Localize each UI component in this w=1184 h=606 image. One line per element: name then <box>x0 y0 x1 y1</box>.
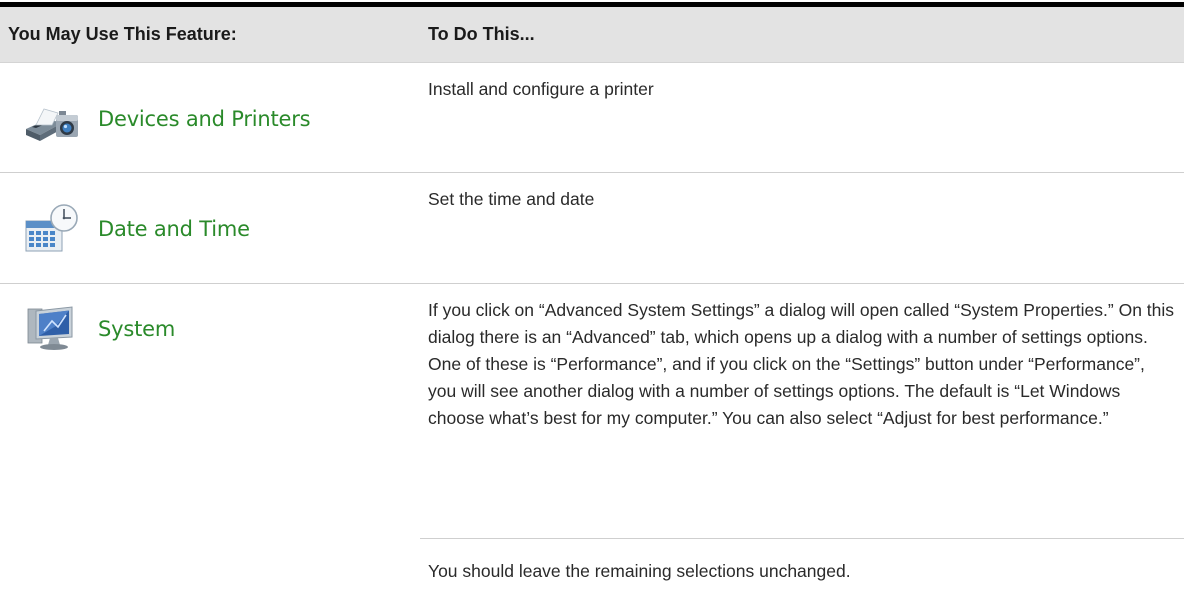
description-text: Set the time and date <box>428 189 595 209</box>
description-cell: Install and configure a printer <box>420 63 1184 172</box>
description-cell: If you click on “Advanced System Setting… <box>420 284 1184 495</box>
feature-cell: System <box>0 284 420 495</box>
table-row: Date and Time Set the time and date <box>0 173 1184 284</box>
header-feature: You May Use This Feature: <box>8 24 237 44</box>
printer-camera-icon <box>26 108 78 141</box>
feature-cell: Devices and Printers <box>0 63 420 172</box>
table-row: System If you click on “Advanced System … <box>0 284 1184 495</box>
table-row: Devices and Printers Install and configu… <box>0 63 1184 173</box>
header-action: To Do This... <box>428 24 535 44</box>
table-header: You May Use This Feature: To Do This... <box>0 7 1184 63</box>
feature-label: Devices and Printers <box>98 107 311 131</box>
computer-monitor-icon <box>27 306 73 350</box>
feature-label: System <box>98 317 176 341</box>
description-text: Install and configure a printer <box>428 79 654 99</box>
calendar-clock-icon <box>25 204 78 252</box>
feature-label: Date and Time <box>98 217 250 241</box>
note-text: You should leave the remaining selection… <box>428 561 851 581</box>
description-cell: Set the time and date <box>420 173 1184 283</box>
divider <box>420 538 1184 539</box>
devices-and-printers-link[interactable]: Devices and Printers <box>22 91 311 147</box>
system-link[interactable]: System <box>22 301 175 357</box>
date-and-time-link[interactable]: Date and Time <box>22 201 250 257</box>
feature-cell: Date and Time <box>0 173 420 283</box>
description-text: If you click on “Advanced System Setting… <box>428 300 1175 428</box>
feature-table: You May Use This Feature: To Do This... <box>0 0 1184 581</box>
